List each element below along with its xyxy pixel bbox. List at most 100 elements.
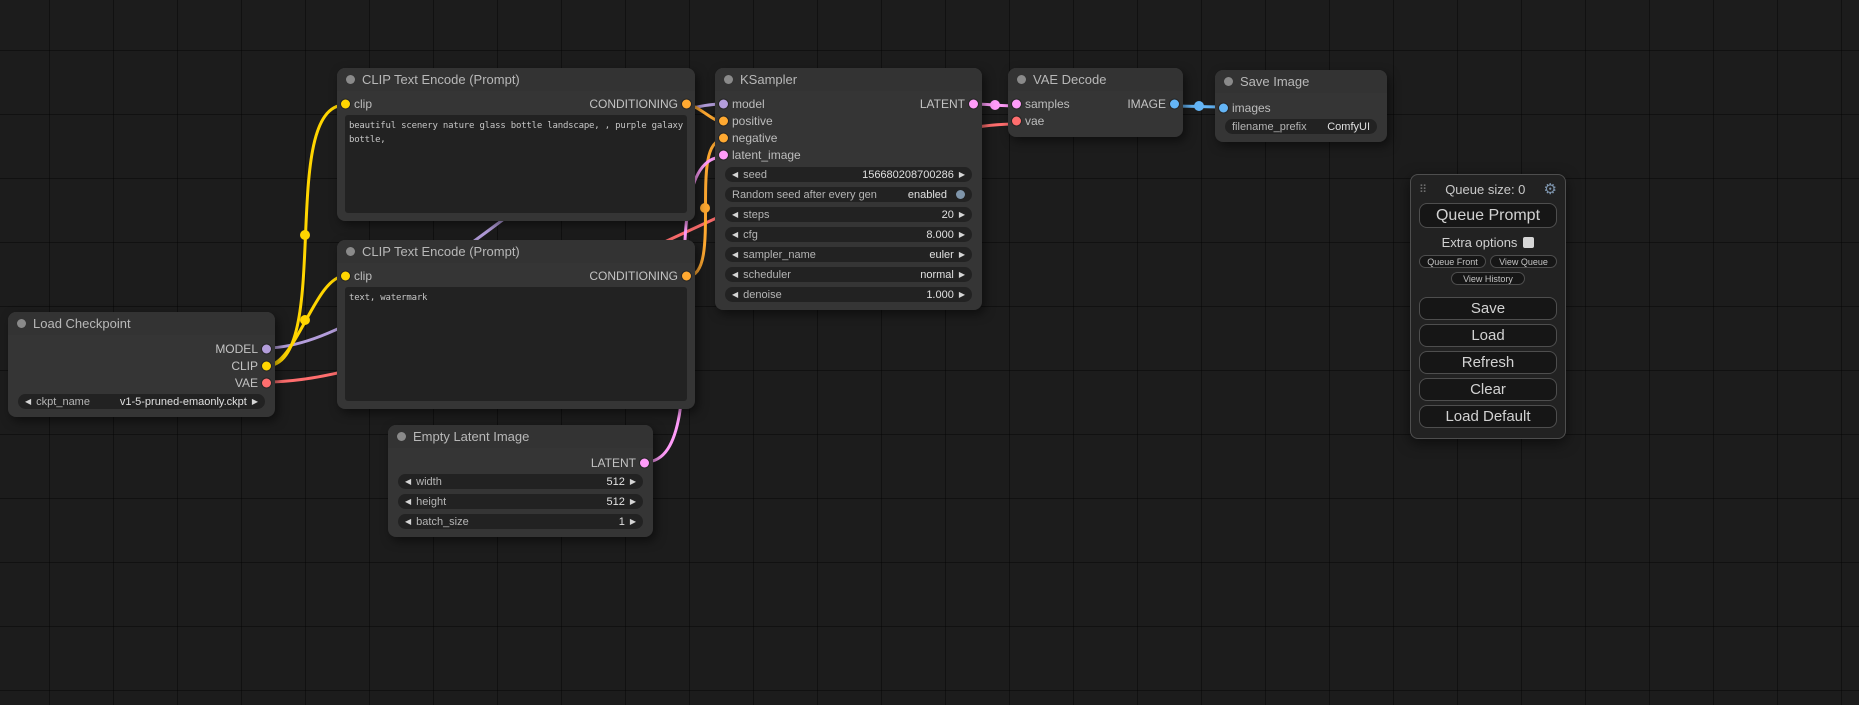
prompt-textarea[interactable]: text, watermark — [345, 287, 687, 401]
decrement-arrow-icon[interactable]: ◀ — [405, 518, 411, 526]
input-label: images — [1232, 101, 1271, 115]
widget-label: width — [416, 476, 442, 488]
load-default-button[interactable]: Load Default — [1419, 405, 1557, 428]
widget-width[interactable]: ◀ width 512 ▶ — [398, 474, 643, 489]
extra-options-checkbox[interactable] — [1523, 237, 1534, 248]
view-queue-button[interactable]: View Queue — [1490, 255, 1557, 268]
node-canvas[interactable]: Load Checkpoint MODEL CLIP VAE ◀ ckpt_na… — [0, 0, 1859, 705]
node-titlebar[interactable]: KSampler — [715, 68, 982, 91]
view-history-button[interactable]: View History — [1451, 272, 1525, 285]
input-slot-clip[interactable] — [341, 99, 350, 108]
node-titlebar[interactable]: CLIP Text Encode (Prompt) — [337, 240, 695, 263]
widget-sampler-name[interactable]: ◀ sampler_name euler ▶ — [725, 247, 972, 262]
node-titlebar[interactable]: VAE Decode — [1008, 68, 1183, 91]
node-clip-text-encode-positive[interactable]: CLIP Text Encode (Prompt) clip CONDITION… — [337, 68, 695, 221]
widget-scheduler[interactable]: ◀ scheduler normal ▶ — [725, 267, 972, 282]
drag-handle-icon[interactable]: ⠿ — [1419, 183, 1427, 196]
decrement-arrow-icon[interactable]: ◀ — [732, 251, 738, 259]
decrement-arrow-icon[interactable]: ◀ — [405, 498, 411, 506]
widget-cfg[interactable]: ◀ cfg 8.000 ▶ — [725, 227, 972, 242]
widget-seed[interactable]: ◀ seed 156680208700286 ▶ — [725, 167, 972, 182]
input-slot-negative[interactable] — [719, 133, 728, 142]
widget-height[interactable]: ◀ height 512 ▶ — [398, 494, 643, 509]
collapse-dot-icon[interactable] — [346, 247, 355, 256]
output-slot-conditioning[interactable] — [682, 99, 691, 108]
collapse-dot-icon[interactable] — [17, 319, 26, 328]
decrement-arrow-icon[interactable]: ◀ — [732, 271, 738, 279]
input-slot-latent-image[interactable] — [719, 150, 728, 159]
increment-arrow-icon[interactable]: ▶ — [959, 211, 965, 219]
queue-prompt-button[interactable]: Queue Prompt — [1419, 203, 1557, 228]
input-label: vae — [1025, 114, 1044, 128]
input-label: model — [732, 97, 765, 111]
output-label: CONDITIONING — [589, 269, 678, 283]
widget-steps[interactable]: ◀ steps 20 ▶ — [725, 207, 972, 222]
collapse-dot-icon[interactable] — [724, 75, 733, 84]
collapse-dot-icon[interactable] — [1017, 75, 1026, 84]
increment-arrow-icon[interactable]: ▶ — [959, 251, 965, 259]
increment-arrow-icon[interactable]: ▶ — [630, 498, 636, 506]
queue-front-button[interactable]: Queue Front — [1419, 255, 1486, 268]
output-slot-clip[interactable] — [262, 361, 271, 370]
node-clip-text-encode-negative[interactable]: CLIP Text Encode (Prompt) clip CONDITION… — [337, 240, 695, 409]
node-titlebar[interactable]: Empty Latent Image — [388, 425, 653, 448]
output-slot-vae[interactable] — [262, 378, 271, 387]
increment-arrow-icon[interactable]: ▶ — [959, 231, 965, 239]
increment-arrow-icon[interactable]: ▶ — [630, 518, 636, 526]
node-titlebar[interactable]: Save Image — [1215, 70, 1387, 93]
increment-arrow-icon[interactable]: ▶ — [252, 398, 258, 406]
slot-row: model LATENT — [715, 95, 982, 112]
collapse-dot-icon[interactable] — [1224, 77, 1233, 86]
collapse-dot-icon[interactable] — [346, 75, 355, 84]
widget-value: 1 — [619, 516, 625, 528]
widget-value: ComfyUI — [1327, 121, 1370, 133]
decrement-arrow-icon[interactable]: ◀ — [732, 171, 738, 179]
refresh-button[interactable]: Refresh — [1419, 351, 1557, 374]
node-vae-decode[interactable]: VAE Decode samples IMAGE vae — [1008, 68, 1183, 137]
output-slot-conditioning[interactable] — [682, 271, 691, 280]
load-button[interactable]: Load — [1419, 324, 1557, 347]
output-slot-model[interactable] — [262, 344, 271, 353]
node-titlebar[interactable]: CLIP Text Encode (Prompt) — [337, 68, 695, 91]
decrement-arrow-icon[interactable]: ◀ — [405, 478, 411, 486]
output-slot-image[interactable] — [1170, 99, 1179, 108]
clear-button[interactable]: Clear — [1419, 378, 1557, 401]
widget-filename-prefix[interactable]: filename_prefix ComfyUI — [1225, 119, 1377, 134]
input-slot-clip[interactable] — [341, 271, 350, 280]
widget-random-seed-toggle[interactable]: Random seed after every gen enabled — [725, 187, 972, 202]
increment-arrow-icon[interactable]: ▶ — [630, 478, 636, 486]
decrement-arrow-icon[interactable]: ◀ — [25, 398, 31, 406]
toggle-indicator-icon[interactable] — [956, 190, 965, 199]
widget-value: 512 — [606, 496, 624, 508]
node-load-checkpoint[interactable]: Load Checkpoint MODEL CLIP VAE ◀ ckpt_na… — [8, 312, 275, 417]
node-save-image[interactable]: Save Image images filename_prefix ComfyU… — [1215, 70, 1387, 142]
widget-label: sampler_name — [743, 249, 816, 261]
decrement-arrow-icon[interactable]: ◀ — [732, 211, 738, 219]
node-empty-latent-image[interactable]: Empty Latent Image LATENT ◀ width 512 ▶ … — [388, 425, 653, 537]
node-titlebar[interactable]: Load Checkpoint — [8, 312, 275, 335]
increment-arrow-icon[interactable]: ▶ — [959, 271, 965, 279]
collapse-dot-icon[interactable] — [397, 432, 406, 441]
decrement-arrow-icon[interactable]: ◀ — [732, 231, 738, 239]
input-slot-images[interactable] — [1219, 103, 1228, 112]
node-ksampler[interactable]: KSampler model LATENT positive negative … — [715, 68, 982, 310]
widget-denoise[interactable]: ◀ denoise 1.000 ▶ — [725, 287, 972, 302]
widget-ckpt-name[interactable]: ◀ ckpt_name v1-5-pruned-emaonly.ckpt ▶ — [18, 394, 265, 409]
widget-value: 512 — [606, 476, 624, 488]
widget-label: ckpt_name — [36, 396, 90, 408]
prompt-textarea[interactable]: beautiful scenery nature glass bottle la… — [345, 115, 687, 213]
decrement-arrow-icon[interactable]: ◀ — [732, 291, 738, 299]
output-slot-latent[interactable] — [640, 458, 649, 467]
input-slot-samples[interactable] — [1012, 99, 1021, 108]
increment-arrow-icon[interactable]: ▶ — [959, 171, 965, 179]
input-slot-model[interactable] — [719, 99, 728, 108]
widget-batch-size[interactable]: ◀ batch_size 1 ▶ — [398, 514, 643, 529]
comfyui-menu-panel: ⠿ Queue size: 0 ⚙ Queue Prompt Extra opt… — [1410, 174, 1566, 439]
input-slot-positive[interactable] — [719, 116, 728, 125]
increment-arrow-icon[interactable]: ▶ — [959, 291, 965, 299]
save-button[interactable]: Save — [1419, 297, 1557, 320]
settings-gear-icon[interactable]: ⚙ — [1544, 182, 1557, 197]
input-slot-vae[interactable] — [1012, 116, 1021, 125]
widget-label: denoise — [743, 289, 782, 301]
output-slot-latent[interactable] — [969, 99, 978, 108]
